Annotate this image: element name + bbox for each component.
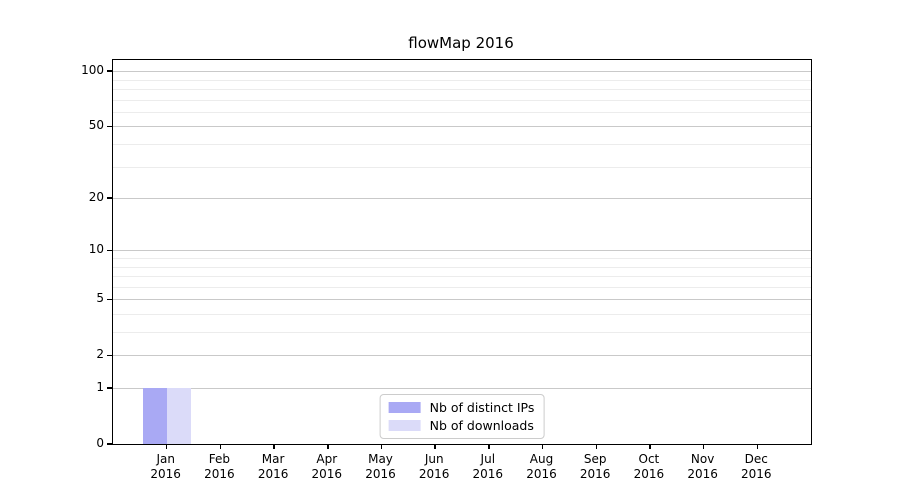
- x-tick-month: Nov: [675, 452, 731, 467]
- x-tick-month: Apr: [299, 452, 355, 467]
- bar-nb-of-downloads: [167, 388, 191, 444]
- x-tick-label: Mar2016: [245, 452, 301, 482]
- y-tick-label: 1: [4, 380, 104, 394]
- legend-item-downloads: Nb of downloads: [389, 418, 535, 433]
- major-gridline: [113, 71, 811, 72]
- y-tick-label: 0: [4, 436, 104, 450]
- bar-nb-of-distinct-ips: [143, 388, 167, 444]
- legend-item-distinct-ips: Nb of distinct IPs: [389, 400, 535, 415]
- legend-label-distinct-ips: Nb of distinct IPs: [430, 400, 535, 415]
- x-tick-year: 2016: [191, 467, 247, 482]
- minor-gridline: [113, 314, 811, 315]
- major-gridline: [113, 198, 811, 199]
- x-tick-month: Sep: [567, 452, 623, 467]
- minor-gridline: [113, 80, 811, 81]
- x-tick-year: 2016: [621, 467, 677, 482]
- x-tick-mark: [434, 444, 436, 449]
- y-tick-label: 100: [4, 63, 104, 77]
- minor-gridline: [113, 112, 811, 113]
- x-tick-mark: [166, 444, 168, 449]
- legend-swatch-downloads-icon: [389, 420, 421, 431]
- x-tick-year: 2016: [567, 467, 623, 482]
- x-tick-label: Jun2016: [406, 452, 462, 482]
- major-gridline: [113, 126, 811, 127]
- x-tick-month: Oct: [621, 452, 677, 467]
- chart-title: flowMap 2016: [112, 34, 810, 52]
- x-tick-year: 2016: [406, 467, 462, 482]
- x-tick-label: Oct2016: [621, 452, 677, 482]
- x-tick-year: 2016: [138, 467, 194, 482]
- x-tick-mark: [220, 444, 222, 449]
- y-tick-mark: [107, 197, 112, 199]
- minor-gridline: [113, 100, 811, 101]
- minor-gridline: [113, 258, 811, 259]
- x-tick-label: May2016: [353, 452, 409, 482]
- x-tick-mark: [273, 444, 275, 449]
- y-tick-label: 2: [4, 347, 104, 361]
- x-tick-year: 2016: [353, 467, 409, 482]
- major-gridline: [113, 388, 811, 389]
- legend-label-downloads: Nb of downloads: [430, 418, 534, 433]
- y-tick-mark: [107, 126, 112, 128]
- y-tick-label: 5: [4, 291, 104, 305]
- y-tick-label: 50: [4, 118, 104, 132]
- x-tick-mark: [542, 444, 544, 449]
- x-tick-label: Feb2016: [191, 452, 247, 482]
- x-tick-mark: [381, 444, 383, 449]
- y-tick-label: 10: [4, 242, 104, 256]
- x-tick-mark: [649, 444, 651, 449]
- x-tick-month: May: [353, 452, 409, 467]
- x-tick-year: 2016: [299, 467, 355, 482]
- x-tick-month: Aug: [514, 452, 570, 467]
- legend: Nb of distinct IPs Nb of downloads: [380, 394, 545, 439]
- x-tick-mark: [703, 444, 705, 449]
- x-tick-mark: [488, 444, 490, 449]
- minor-gridline: [113, 276, 811, 277]
- x-tick-label: Aug2016: [514, 452, 570, 482]
- y-tick-mark: [107, 250, 112, 252]
- x-tick-year: 2016: [728, 467, 784, 482]
- minor-gridline: [113, 89, 811, 90]
- y-tick-mark: [107, 70, 112, 72]
- chart-figure: flowMap 2016 Nb of distinct IPs Nb of do…: [0, 0, 900, 500]
- legend-swatch-distinct-ips-icon: [389, 402, 421, 413]
- x-tick-label: Apr2016: [299, 452, 355, 482]
- x-tick-year: 2016: [514, 467, 570, 482]
- x-tick-month: Jan: [138, 452, 194, 467]
- minor-gridline: [113, 332, 811, 333]
- plot-area: Nb of distinct IPs Nb of downloads: [112, 59, 812, 445]
- x-tick-month: Jun: [406, 452, 462, 467]
- y-tick-label: 20: [4, 190, 104, 204]
- x-tick-year: 2016: [460, 467, 516, 482]
- x-tick-label: Dec2016: [728, 452, 784, 482]
- minor-gridline: [113, 267, 811, 268]
- x-tick-month: Jul: [460, 452, 516, 467]
- x-tick-month: Feb: [191, 452, 247, 467]
- x-tick-mark: [596, 444, 598, 449]
- x-tick-year: 2016: [675, 467, 731, 482]
- x-tick-label: Jan2016: [138, 452, 194, 482]
- major-gridline: [113, 299, 811, 300]
- x-tick-month: Dec: [728, 452, 784, 467]
- y-tick-mark: [107, 355, 112, 357]
- major-gridline: [113, 355, 811, 356]
- minor-gridline: [113, 144, 811, 145]
- x-tick-label: Nov2016: [675, 452, 731, 482]
- x-tick-label: Sep2016: [567, 452, 623, 482]
- x-tick-month: Mar: [245, 452, 301, 467]
- major-gridline: [113, 250, 811, 251]
- x-tick-label: Jul2016: [460, 452, 516, 482]
- x-tick-year: 2016: [245, 467, 301, 482]
- y-tick-mark: [107, 443, 112, 445]
- minor-gridline: [113, 287, 811, 288]
- y-tick-mark: [107, 299, 112, 301]
- minor-gridline: [113, 167, 811, 168]
- x-tick-mark: [327, 444, 329, 449]
- x-tick-mark: [757, 444, 759, 449]
- y-tick-mark: [107, 387, 112, 389]
